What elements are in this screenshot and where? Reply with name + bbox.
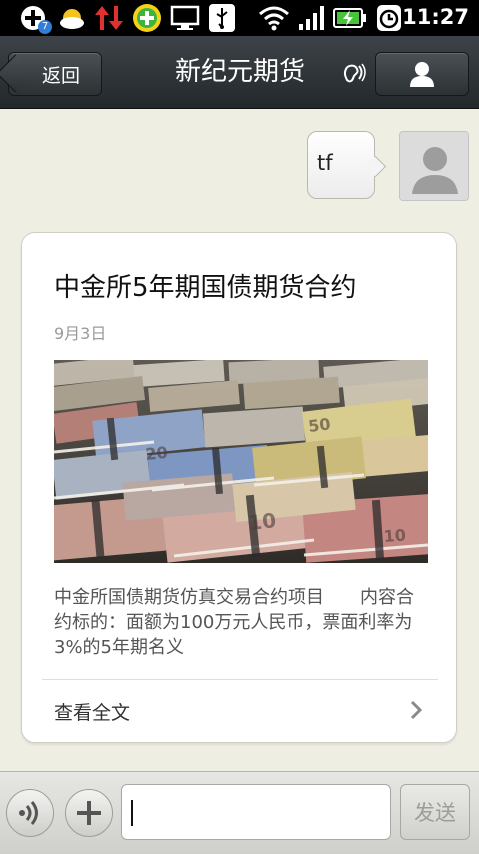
status-bar: 7 11:27	[0, 0, 479, 36]
voice-icon	[19, 801, 38, 825]
monitor-icon	[168, 2, 202, 34]
usb-icon	[206, 2, 238, 34]
article-image[interactable]: 20 50 10 10 50	[54, 360, 428, 563]
euro-banknotes-photo: 20 50 10 10 50	[54, 360, 428, 563]
chat-title: 新纪元期货	[174, 57, 305, 87]
svg-text:50: 50	[398, 482, 417, 499]
card-divider	[42, 679, 438, 680]
svg-text:50: 50	[307, 414, 331, 436]
svg-text:10: 10	[247, 508, 277, 535]
chevron-right-icon	[409, 700, 423, 724]
article-description: 中金所国债期货仿真交易合约项目 内容合约标的：面额为100万元人民币，票面利率为…	[54, 587, 414, 658]
default-avatar-icon	[400, 132, 468, 200]
text-caret	[131, 800, 133, 826]
article-title[interactable]: 中金所5年期国债期货合约	[54, 267, 357, 304]
profile-button[interactable]	[375, 52, 469, 96]
svg-text:20: 20	[144, 443, 168, 464]
sent-message-text: tf	[317, 151, 333, 175]
weather-icon	[56, 2, 88, 34]
read-more-link[interactable]: 查看全文	[54, 698, 130, 725]
chat-area[interactable]: tf 中金所5年期国债期货合约 9月3日 20 50 10 10 50 中金所国…	[0, 109, 479, 771]
signal-icon	[296, 2, 328, 34]
article-card[interactable]: 中金所5年期国债期货合约 9月3日 20 50 10 10 50 中金所国债期货…	[21, 232, 457, 743]
clock-time: 11:27	[402, 5, 469, 29]
battery-charging-icon	[332, 2, 368, 34]
data-transfer-icon	[92, 2, 126, 34]
person-icon	[410, 62, 434, 87]
voice-input-button[interactable]	[6, 789, 54, 837]
svg-text:10: 10	[383, 525, 407, 546]
back-button[interactable]: 返回	[0, 52, 102, 96]
wifi-icon	[256, 2, 292, 34]
ear-mode-icon[interactable]	[340, 62, 366, 92]
notification-badge: 7	[38, 20, 52, 34]
app-plus-icon	[130, 2, 164, 34]
send-button[interactable]: 发送	[400, 784, 470, 840]
plus-icon	[77, 801, 101, 825]
article-date: 9月3日	[54, 324, 107, 343]
title-bar: 返回 新纪元期货	[0, 36, 479, 109]
attach-button[interactable]	[65, 789, 113, 837]
avatar[interactable]	[399, 131, 469, 201]
input-bar: 发送	[0, 771, 479, 854]
message-input[interactable]	[121, 784, 391, 840]
back-button-label: 返回	[41, 64, 80, 87]
alarm-icon	[374, 2, 404, 34]
